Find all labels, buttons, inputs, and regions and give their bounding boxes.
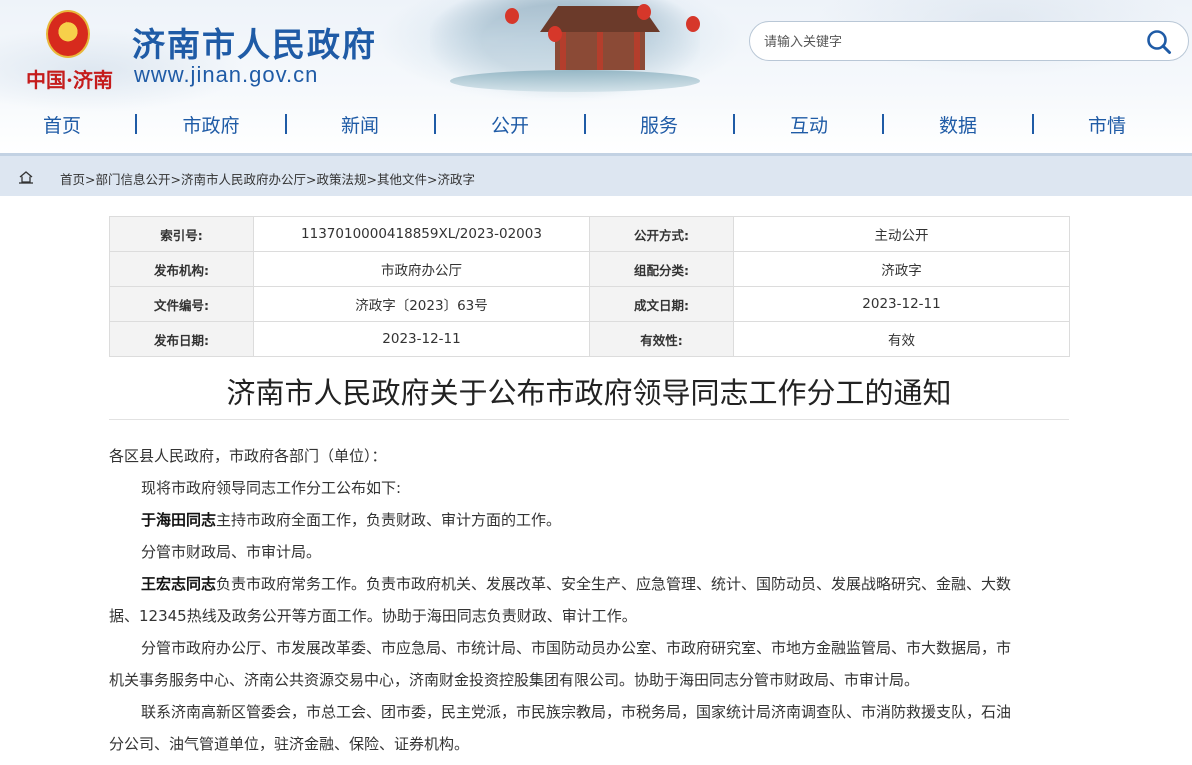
document-metadata-table: 索引号: 1137010000418859XL/2023-02003 公开方式:… — [109, 216, 1070, 357]
breadcrumb-dept-disclosure[interactable]: 部门信息公开 — [96, 172, 171, 187]
breadcrumb: 首页>部门信息公开>济南市人民政府办公厅>政策法规>其他文件>济政字 — [60, 169, 475, 188]
nav-separator — [882, 114, 884, 134]
nav-item-interaction[interactable]: 互动 — [744, 111, 874, 138]
breadcrumb-separator: > — [170, 172, 181, 187]
leader-responsibility-paragraph: 分管市政府办公厅、市发展改革委、市应急局、市统计局、市国防动员办公室、市政府研究… — [109, 632, 1069, 696]
index-number-label: 索引号: — [109, 216, 254, 252]
leader-name: 于海田同志 — [141, 511, 217, 529]
lantern-icon — [637, 4, 651, 20]
leader-paragraph: 王宏志同志负责市政府常务工作。负责市政府机关、发展改革、安全生产、应急管理、统计… — [109, 568, 1069, 632]
lantern-icon — [686, 16, 700, 32]
liaison-text: 联系济南高新区管委会，市总工会、团市委，民主党派，市民族宗教局，市税务局，国家统… — [141, 703, 1012, 721]
salutation-text: 各区县人民政府，市政府各部门（单位）： — [109, 447, 387, 465]
category-value: 济政字 — [733, 251, 1070, 287]
validity-value: 有效 — [733, 321, 1070, 357]
city-logo-text: 中国·济南 — [26, 68, 113, 92]
header-scenery-water — [450, 70, 700, 92]
validity-label: 有效性: — [589, 321, 734, 357]
table-row: 发布日期: 2023-12-11 有效性: 有效 — [109, 321, 1070, 357]
main-nav: 首页 市政府 新闻 公开 服务 互动 数据 市情 — [0, 103, 1192, 145]
title-divider — [109, 419, 1069, 420]
disclosure-method-value: 主动公开 — [733, 216, 1070, 252]
issuing-agency-value: 市政府办公厅 — [253, 251, 590, 287]
document-number-label: 文件编号: — [109, 286, 254, 322]
article-title: 济南市人民政府关于公布市政府领导同志工作分工的通知 — [226, 376, 952, 410]
breadcrumb-home[interactable]: 首页 — [60, 172, 85, 187]
leader-paragraph: 于海田同志主持市政府全面工作，负责财政、审计方面的工作。 — [109, 504, 1069, 536]
leader-responsibility-continued: 机关事务服务中心、济南公共资源交易中心，济南财金投资控股集团有限公司。协助于海田… — [109, 671, 920, 689]
nav-separator — [434, 114, 436, 134]
leader-duties: 负责市政府常务工作。负责市政府机关、发展改革、安全生产、应急管理、统计、国防动员… — [216, 575, 1012, 593]
publish-date-value: 2023-12-11 — [253, 321, 590, 357]
breadcrumb-policies[interactable]: 政策法规 — [317, 172, 367, 187]
nav-item-disclosure[interactable]: 公开 — [445, 111, 575, 138]
search-icon[interactable] — [1145, 29, 1173, 55]
breadcrumb-separator: > — [427, 172, 438, 187]
publish-date-label: 发布日期: — [109, 321, 254, 357]
breadcrumb-separator: > — [366, 172, 377, 187]
written-date-label: 成文日期: — [589, 286, 734, 322]
home-icon[interactable] — [18, 170, 34, 184]
site-url: www.jinan.gov.cn — [134, 62, 319, 87]
table-row: 文件编号: 济政字〔2023〕63号 成文日期: 2023-12-11 — [109, 286, 1070, 322]
intro-text: 现将市政府领导同志工作分工公布如下: — [141, 479, 402, 497]
nav-item-home[interactable]: 首页 — [0, 111, 127, 138]
document-number-value: 济政字〔2023〕63号 — [253, 286, 590, 322]
salutation-paragraph: 各区县人民政府，市政府各部门（单位）： — [109, 440, 1069, 472]
nav-separator — [285, 114, 287, 134]
table-row: 发布机构: 市政府办公厅 组配分类: 济政字 — [109, 251, 1070, 287]
disclosure-method-label: 公开方式: — [589, 216, 734, 252]
breadcrumb-other-files[interactable]: 其他文件 — [377, 172, 427, 187]
nav-separator — [733, 114, 735, 134]
emblem-star-icon: ★ — [59, 18, 74, 37]
lantern-icon — [505, 8, 519, 24]
nav-separator — [584, 114, 586, 134]
site-title[interactable]: 济南市人民政府 — [132, 18, 377, 66]
nav-separator — [1032, 114, 1034, 134]
lantern-icon — [548, 26, 562, 42]
breadcrumb-jizhengzi[interactable]: 济政字 — [438, 172, 476, 187]
written-date-value: 2023-12-11 — [733, 286, 1070, 322]
leader-name: 王宏志同志 — [141, 575, 217, 593]
leader-responsibility-text: 分管市政府办公厅、市发展改革委、市应急局、市统计局、市国防动员办公室、市政府研究… — [141, 639, 1012, 657]
category-label: 组配分类: — [589, 251, 734, 287]
breadcrumb-bar: 首页>部门信息公开>济南市人民政府办公厅>政策法规>其他文件>济政字 — [0, 153, 1192, 196]
nav-separator — [135, 114, 137, 134]
search-box — [749, 21, 1189, 61]
breadcrumb-separator: > — [306, 172, 317, 187]
breadcrumb-general-office[interactable]: 济南市人民政府办公厅 — [181, 172, 306, 187]
issuing-agency-label: 发布机构: — [109, 251, 254, 287]
leader-line: 于海田同志主持市政府全面工作，负责财政、审计方面的工作。 — [141, 504, 1069, 536]
leader-responsibility-text: 分管市财政局、市审计局。 — [141, 543, 322, 561]
leader-line: 王宏志同志负责市政府常务工作。负责市政府机关、发展改革、安全生产、应急管理、统计… — [109, 568, 1069, 600]
nav-item-services[interactable]: 服务 — [594, 111, 724, 138]
liaison-paragraph: 联系济南高新区管委会，市总工会、团市委，民主党派，市民族宗教局，市税务局，国家统… — [109, 696, 1069, 760]
liaison-continued: 分公司、油气管道单位，驻济金融、保险、证券机构。 — [109, 735, 470, 753]
pavilion-pillar — [597, 32, 603, 70]
index-number-value: 1137010000418859XL/2023-02003 — [253, 216, 590, 252]
table-row: 索引号: 1137010000418859XL/2023-02003 公开方式:… — [109, 216, 1070, 252]
leader-responsibility-paragraph: 分管市财政局、市审计局。 — [109, 536, 1069, 568]
search-input[interactable] — [764, 31, 1134, 53]
site-header: ★ 中国·济南 济南市人民政府 www.jinan.gov.cn 首页 市政府 … — [0, 0, 1192, 153]
nav-item-city-info[interactable]: 市情 — [1042, 111, 1172, 138]
nav-item-data[interactable]: 数据 — [893, 111, 1023, 138]
leader-duties-continued: 据、12345热线及政务公开等方面工作。协助于海田同志负责财政、审计工作。 — [109, 607, 637, 625]
nav-item-government[interactable]: 市政府 — [146, 111, 276, 138]
pavilion-pillar — [634, 32, 640, 70]
breadcrumb-separator: > — [85, 172, 96, 187]
leader-duties: 主持市政府全面工作，负责财政、审计方面的工作。 — [216, 511, 562, 529]
nav-item-news[interactable]: 新闻 — [295, 111, 425, 138]
intro-paragraph: 现将市政府领导同志工作分工公布如下: — [109, 472, 1069, 504]
